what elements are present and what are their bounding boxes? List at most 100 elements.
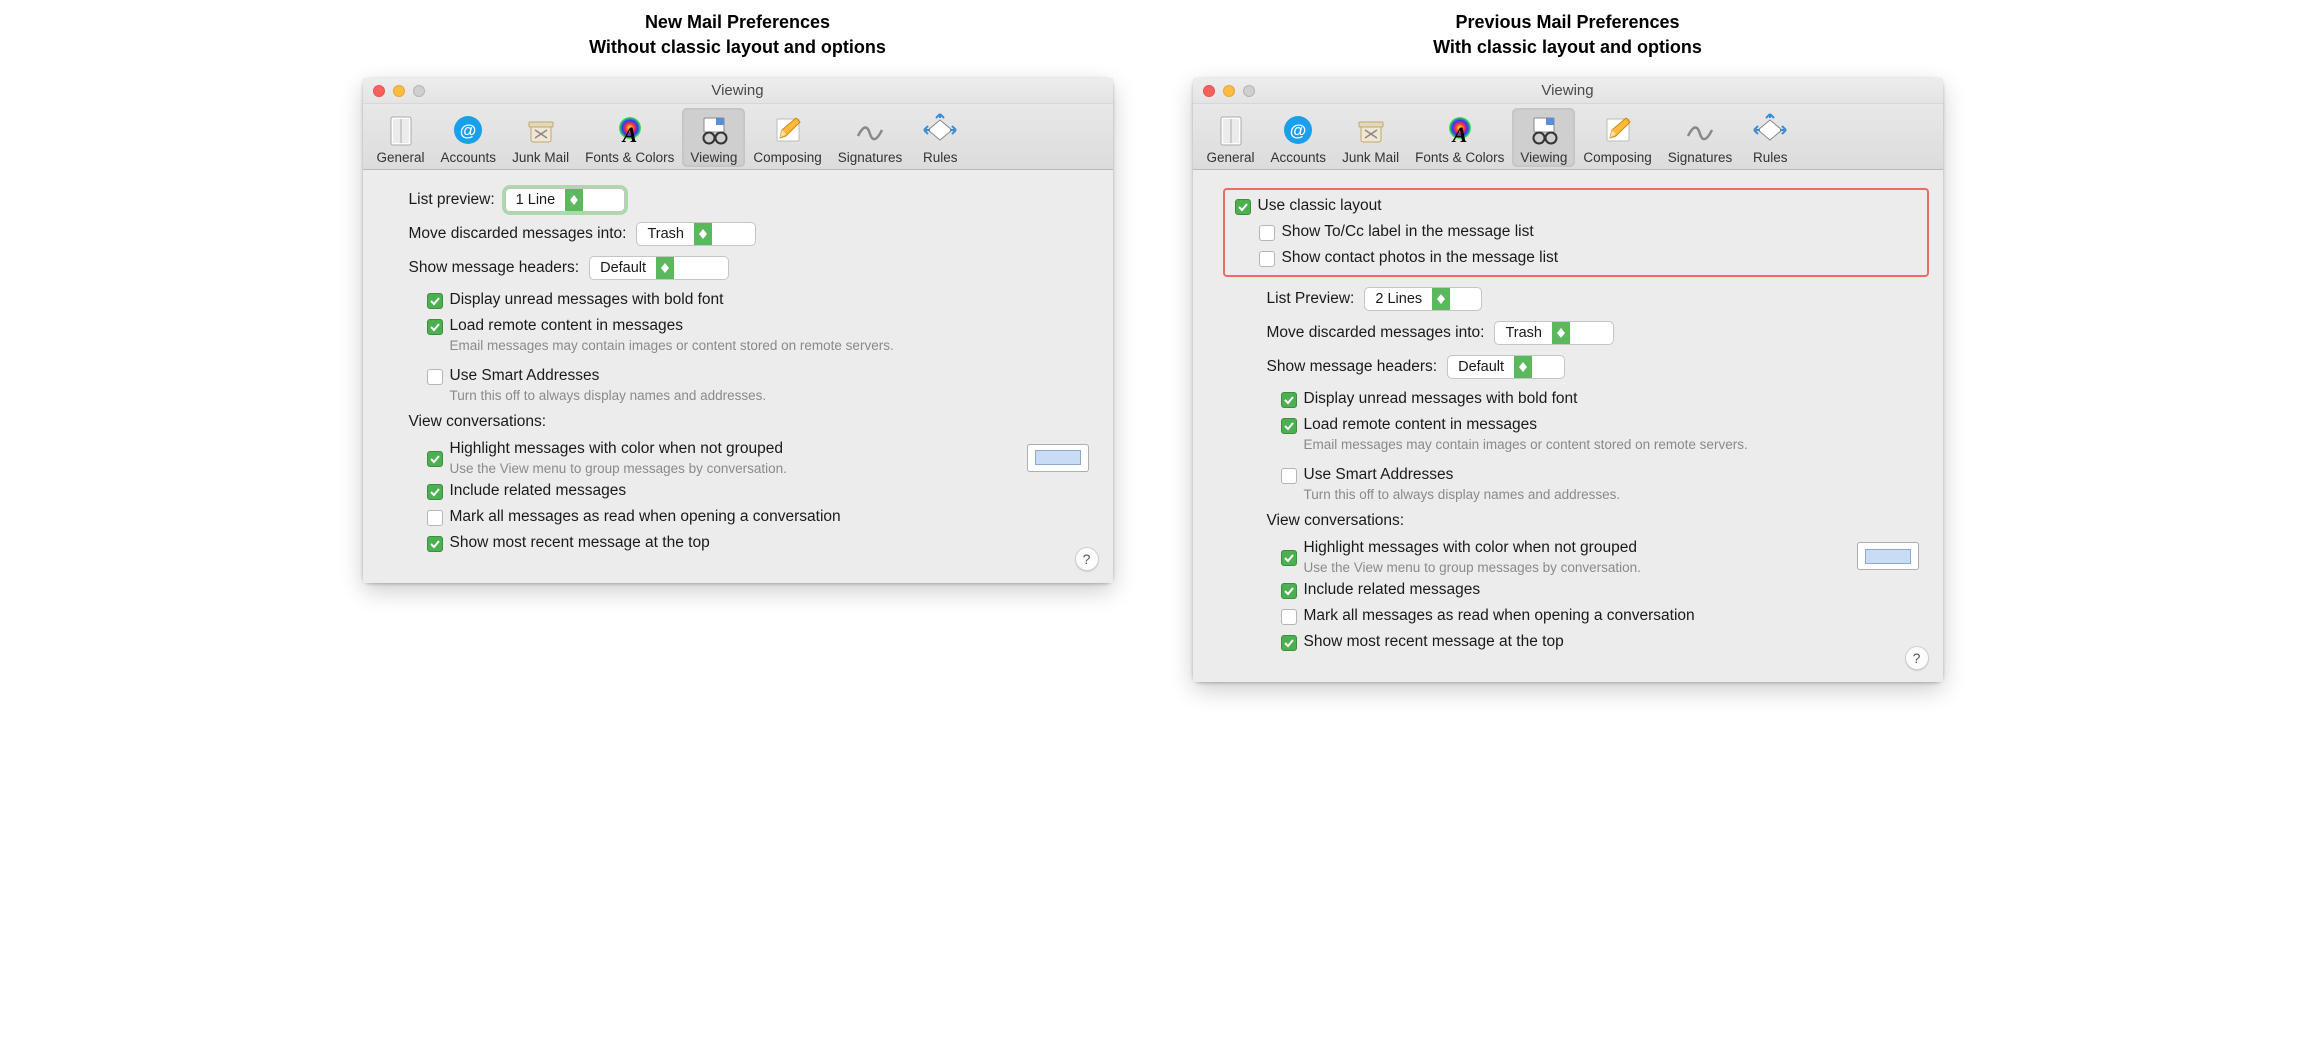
select-value: 2 Lines — [1365, 291, 1432, 307]
highlight-label: Highlight messages with color when not g… — [450, 439, 1013, 460]
signatures-icon — [852, 112, 888, 148]
use-classic-label: Use classic layout — [1258, 196, 1382, 217]
svg-text:@: @ — [460, 121, 477, 140]
accounts-icon: @ — [1280, 112, 1316, 148]
tab-label: Signatures — [1668, 150, 1733, 165]
view-conversations-label: View conversations: — [1267, 512, 1919, 530]
tab-label: Fonts & Colors — [1415, 150, 1504, 165]
rules-icon — [922, 112, 958, 148]
help-button[interactable]: ? — [1075, 547, 1099, 571]
select-value: Trash — [1495, 325, 1552, 341]
show-to-cc-label: Show To/Cc label in the message list — [1282, 222, 1534, 243]
list-preview-select[interactable]: 2 Lines — [1364, 287, 1482, 311]
mark-all-read-checkbox[interactable] — [427, 510, 443, 526]
load-remote-hint: Email messages may contain images or con… — [1304, 437, 1748, 452]
tab-label: Junk Mail — [1342, 150, 1399, 165]
display-unread-checkbox[interactable] — [427, 293, 443, 309]
list-preview-select[interactable]: 1 Line — [505, 188, 625, 212]
smart-addresses-hint: Turn this off to always display names an… — [450, 388, 767, 403]
tab-fonts-colors[interactable]: A Fonts & Colors — [577, 108, 682, 167]
tab-accounts[interactable]: @ Accounts — [1263, 108, 1335, 167]
smart-addresses-label: Use Smart Addresses — [1304, 465, 1621, 486]
composing-icon — [1600, 112, 1636, 148]
tab-rules[interactable]: Rules — [1740, 108, 1800, 167]
signatures-icon — [1682, 112, 1718, 148]
minimize-button[interactable] — [393, 85, 405, 97]
mark-all-read-checkbox[interactable] — [1281, 609, 1297, 625]
move-discarded-select[interactable]: Trash — [636, 222, 756, 246]
composing-icon — [770, 112, 806, 148]
display-unread-checkbox[interactable] — [1281, 392, 1297, 408]
show-recent-top-label: Show most recent message at the top — [1304, 632, 1564, 653]
select-stepper-icon — [694, 223, 712, 245]
help-button[interactable]: ? — [1905, 646, 1929, 670]
tab-general[interactable]: General — [369, 108, 433, 167]
tab-accounts[interactable]: @ Accounts — [433, 108, 505, 167]
right-window: Viewing General @ Accounts — [1193, 78, 1943, 681]
tab-fonts-colors[interactable]: A Fonts & Colors — [1407, 108, 1512, 167]
load-remote-label: Load remote content in messages — [450, 316, 894, 337]
general-icon — [1213, 112, 1249, 148]
highlight-color-swatch[interactable] — [1857, 542, 1919, 570]
display-unread-label: Display unread messages with bold font — [450, 290, 724, 311]
tab-viewing[interactable]: Viewing — [1512, 108, 1575, 167]
show-headers-label: Show message headers: — [1267, 358, 1438, 376]
tab-signatures[interactable]: Signatures — [830, 108, 911, 167]
include-related-label: Include related messages — [450, 481, 627, 502]
fonts-icon: A — [612, 112, 648, 148]
close-button[interactable] — [373, 85, 385, 97]
highlight-hint: Use the View menu to group messages by c… — [450, 461, 1013, 476]
select-value: Default — [590, 260, 656, 276]
include-related-checkbox[interactable] — [427, 484, 443, 500]
load-remote-label: Load remote content in messages — [1304, 415, 1748, 436]
zoom-button[interactable] — [1243, 85, 1255, 97]
rules-icon — [1752, 112, 1788, 148]
include-related-checkbox[interactable] — [1281, 583, 1297, 599]
highlight-checkbox[interactable] — [1281, 550, 1297, 566]
tab-label: Composing — [1583, 150, 1651, 165]
use-classic-checkbox[interactable] — [1235, 199, 1251, 215]
highlight-hint: Use the View menu to group messages by c… — [1304, 560, 1843, 575]
show-to-cc-checkbox[interactable] — [1259, 225, 1275, 241]
show-headers-select[interactable]: Default — [589, 256, 729, 280]
move-discarded-label: Move discarded messages into: — [409, 225, 627, 243]
select-value: Default — [1448, 359, 1514, 375]
show-photos-checkbox[interactable] — [1259, 251, 1275, 267]
tab-label: Viewing — [690, 150, 737, 165]
tab-signatures[interactable]: Signatures — [1660, 108, 1741, 167]
highlight-color-swatch[interactable] — [1027, 444, 1089, 472]
svg-text:A: A — [1450, 122, 1467, 147]
caption-line2: Without classic layout and options — [589, 37, 886, 57]
highlight-checkbox[interactable] — [427, 451, 443, 467]
load-remote-checkbox[interactable] — [1281, 418, 1297, 434]
smart-addresses-checkbox[interactable] — [427, 369, 443, 385]
left-window: Viewing General @ Accounts — [363, 78, 1113, 582]
tab-label: Accounts — [1271, 150, 1327, 165]
svg-text:@: @ — [1290, 121, 1307, 140]
smart-addresses-checkbox[interactable] — [1281, 468, 1297, 484]
tab-general[interactable]: General — [1199, 108, 1263, 167]
show-recent-top-checkbox[interactable] — [1281, 635, 1297, 651]
minimize-button[interactable] — [1223, 85, 1235, 97]
tab-rules[interactable]: Rules — [910, 108, 970, 167]
tab-composing[interactable]: Composing — [745, 108, 829, 167]
junk-icon — [523, 112, 559, 148]
show-headers-select[interactable]: Default — [1447, 355, 1565, 379]
tab-label: Rules — [923, 150, 958, 165]
zoom-button[interactable] — [413, 85, 425, 97]
show-recent-top-checkbox[interactable] — [427, 536, 443, 552]
tab-label: Accounts — [441, 150, 497, 165]
list-preview-label: List Preview: — [1267, 290, 1355, 308]
tab-junk-mail[interactable]: Junk Mail — [504, 108, 577, 167]
smart-addresses-label: Use Smart Addresses — [450, 366, 767, 387]
load-remote-checkbox[interactable] — [427, 319, 443, 335]
tab-composing[interactable]: Composing — [1575, 108, 1659, 167]
viewing-icon — [696, 112, 732, 148]
tab-label: General — [1207, 150, 1255, 165]
tab-viewing[interactable]: Viewing — [682, 108, 745, 167]
close-button[interactable] — [1203, 85, 1215, 97]
accounts-icon: @ — [450, 112, 486, 148]
move-discarded-select[interactable]: Trash — [1494, 321, 1614, 345]
tab-junk-mail[interactable]: Junk Mail — [1334, 108, 1407, 167]
caption-line1: New Mail Preferences — [645, 12, 830, 32]
